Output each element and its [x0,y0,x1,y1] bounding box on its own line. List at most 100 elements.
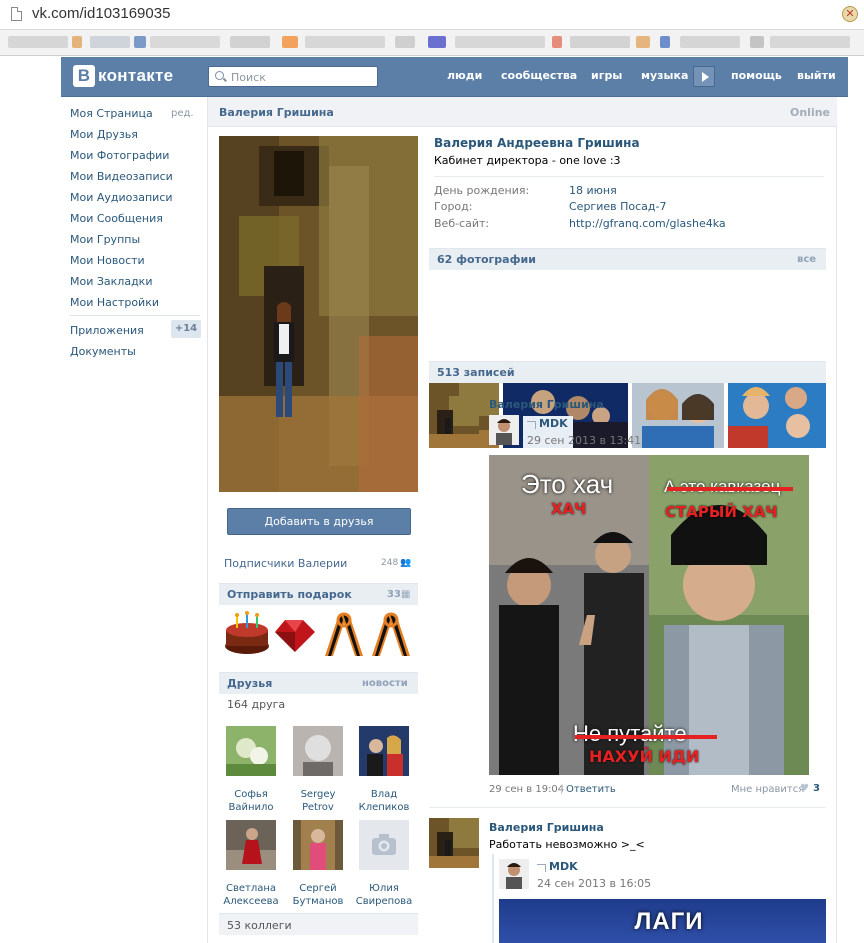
friend-first-name: Софья [234,789,268,800]
friend-card[interactable]: Сергей Бутманов [288,820,348,908]
reply-link[interactable]: Ответить [566,784,616,795]
menu-documents[interactable]: Документы [70,345,136,358]
photos-all-link[interactable]: все [797,254,816,265]
nav-games[interactable]: игры [591,69,622,82]
wall-title: 513 записей [437,366,515,379]
friend-avatar[interactable] [226,820,276,870]
image-caption: ЛАГИ [634,908,704,935]
friend-avatar[interactable] [293,726,343,776]
friend-avatar[interactable] [226,726,276,776]
website-value[interactable]: http://gfranq.com/glashe4ka [569,217,726,230]
repost-source-name[interactable]: MDK [549,860,578,873]
post-image[interactable]: Это хач ХАЧ А это кавказец СТАРЫЙ ХАЧ Не… [489,455,809,775]
post-author-name[interactable]: Валерия Гришина [489,821,604,834]
meme-bottom-red: НАХУЙ ИДИ [589,747,700,766]
menu-videos[interactable]: Мои Видеозаписи [70,170,173,183]
post-author-avatar[interactable] [429,818,479,868]
post-date[interactable]: 29 сен в 19:04 [489,784,564,795]
friend-avatar[interactable] [293,820,343,870]
menu-friends[interactable]: Мои Друзья [70,128,138,141]
post-divider [429,807,826,808]
ruby-icon[interactable] [269,610,319,660]
like-count: 3 [813,783,820,794]
nav-communities[interactable]: сообщества [501,69,577,82]
search-icon [215,71,224,80]
full-name: Валерия Андреевна Гришина [434,136,640,150]
menu-settings[interactable]: Мои Настройки [70,296,159,309]
heart-icon[interactable]: ♥ [800,783,809,794]
vk-logo[interactable]: Вконтакте [73,65,173,87]
menu-bookmarks[interactable]: Мои Закладки [70,275,152,288]
menu-divider [70,315,200,316]
like-label[interactable]: Мне нравится [731,784,804,795]
strike-line [575,735,717,739]
birthday-value[interactable]: 18 июня [569,184,617,197]
nav-music[interactable]: музыка [641,69,688,82]
repost-date[interactable]: 29 сен 2013 в 13:41 [527,434,641,447]
post-footer-separator: | [560,784,564,795]
menu-edit-link[interactable]: ред. [171,108,194,119]
friend-last-name: Клепиков [358,802,410,813]
friend-first-name: Светлана [225,883,277,894]
nav-help[interactable]: помощь [731,69,782,82]
colleagues-header[interactable]: 53 коллеги [219,913,418,935]
url-text[interactable]: vk.com/id103169035 [32,5,170,22]
profile-photo[interactable] [219,136,418,492]
menu-my-page[interactable]: Моя Страница [70,107,153,120]
menu-photos[interactable]: Мои Фотографии [70,149,169,162]
friend-last-name: Petrov [302,802,334,813]
address-bar[interactable]: vk.com/id103169035 ✕ [0,0,864,30]
camera-icon[interactable] [359,820,409,870]
photo-thumb[interactable] [632,376,724,448]
menu-apps[interactable]: Приложения [70,324,144,337]
friends-news-link[interactable]: новости [362,678,408,689]
menu-groups[interactable]: Мои Группы [70,233,140,246]
friend-card[interactable]: Светлана Алексеева [221,820,281,908]
friend-last-name: Вайнило [228,802,274,813]
repost-source-avatar[interactable] [489,415,519,445]
search-input[interactable]: Поиск [208,66,378,87]
repost-source-name[interactable]: MDK [539,417,568,430]
menu-audio[interactable]: Мои Аудиозаписи [70,191,173,204]
post-author-name[interactable]: Валерия Гришина [489,398,604,411]
repost-date[interactable]: 24 сен 2013 в 16:05 [537,877,651,890]
topbar-name: Валерия Гришина [219,106,334,119]
photos-header[interactable]: 62 фотографии все [429,248,826,270]
cake-icon[interactable] [222,610,272,660]
friend-card[interactable]: Sergey Petrov [288,726,348,814]
post-image[interactable]: ЛАГИ [499,899,826,943]
status-text[interactable]: Кабинет директора - one love :3 [434,154,621,167]
play-icon[interactable] [693,66,715,87]
nav-logout[interactable]: выйти [797,69,836,82]
city-value[interactable]: Сергиев Посад-7 [569,200,666,213]
friends-header[interactable]: Друзья новости [219,672,418,694]
stop-icon[interactable]: ✕ [842,6,858,22]
nav-people[interactable]: люди [447,69,482,82]
subscribers-link[interactable]: Подписчики Валерии 248 👥 [219,549,418,577]
friend-first-name: Сергей [299,883,337,894]
meme-left-red: ХАЧ [551,500,587,518]
friend-first-name: Sergey [300,789,336,800]
gifts-header[interactable]: Отправить подарок 33 ▦ [219,583,418,605]
friend-card[interactable]: Юлия Свирепова [354,820,414,908]
repost-source-avatar[interactable] [499,859,529,889]
post-text: Работать невозможно >_< [489,838,645,851]
menu-messages[interactable]: Мои Сообщения [70,212,163,225]
colleagues-count: 53 коллеги [227,919,292,932]
city-label: Город: [434,200,473,213]
post-author-avatar[interactable] [429,396,479,446]
ribbon-icon[interactable] [319,610,369,660]
friend-avatar[interactable] [359,726,409,776]
friends-title: Друзья [227,677,273,690]
wall-header[interactable]: 513 записей [429,361,826,383]
apps-count-badge[interactable]: +14 [171,320,201,338]
friend-last-name: Бутманов [292,896,344,907]
subscribers-label: Подписчики Валерии [224,557,348,570]
add-friend-button[interactable]: Добавить в друзья [227,508,411,535]
friend-card[interactable]: Влад Клепиков [354,726,414,814]
meme-left-caption: Это хач [521,469,614,499]
menu-news[interactable]: Мои Новости [70,254,145,267]
friend-card[interactable]: Софья Вайнило [221,726,281,814]
photo-thumb[interactable] [728,376,826,448]
ribbon-icon[interactable] [366,610,416,660]
